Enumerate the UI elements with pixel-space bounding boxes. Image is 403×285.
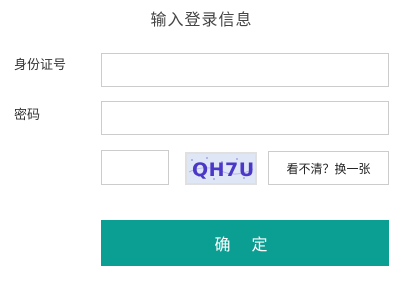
confirm-button[interactable]: 确 定 [101, 220, 389, 266]
id-number-label: 身份证号 [14, 58, 67, 73]
password-label: 密码 [14, 108, 41, 123]
refresh-captcha-button[interactable]: 看不清？换一张 [268, 151, 389, 185]
captcha-image[interactable]: QH7U [185, 152, 257, 185]
id-number-input[interactable] [101, 53, 389, 87]
password-input[interactable] [101, 101, 389, 135]
form-title: 输入登录信息 [150, 10, 253, 29]
captcha-input[interactable] [101, 150, 169, 185]
captcha-text: QH7U [192, 159, 255, 181]
captcha-graphic: QH7U [187, 154, 255, 183]
